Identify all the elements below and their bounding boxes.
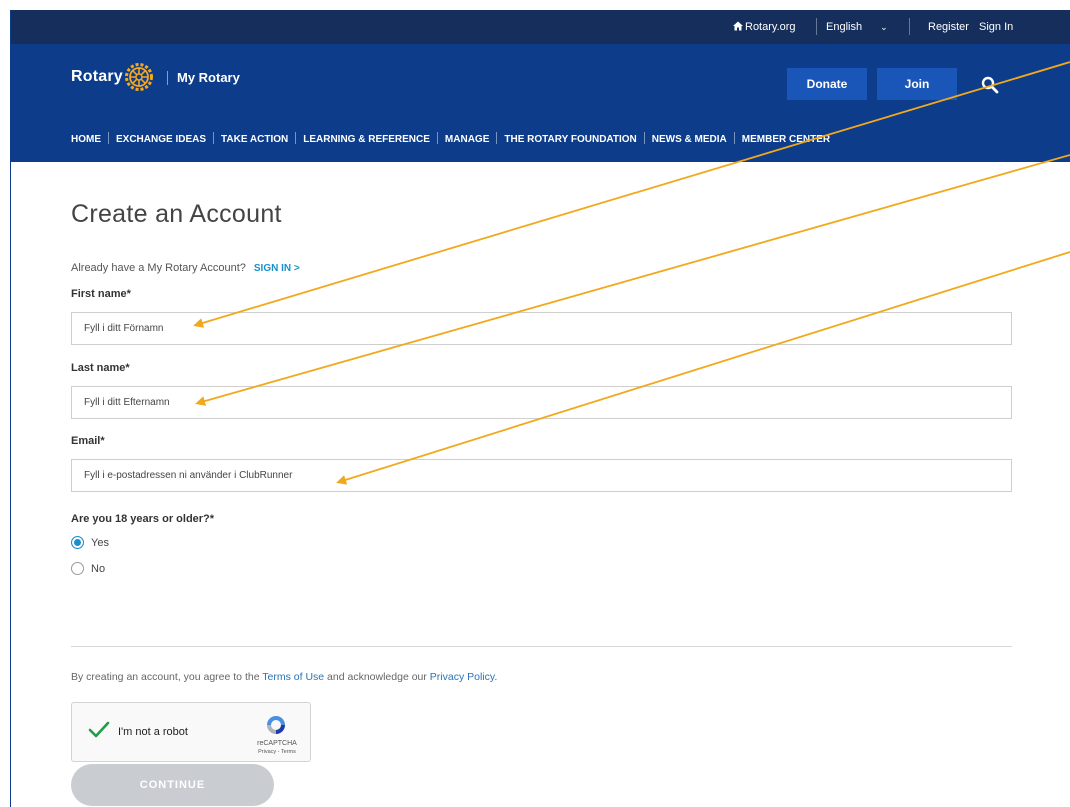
radio-checked[interactable] [71, 536, 84, 549]
page-frame: Rotary.org English ⌄ Register Sign In Rot… [10, 10, 1070, 807]
captcha-label: I'm not a robot [118, 726, 188, 738]
last-name-label: Last name* [71, 362, 130, 374]
nav-separator [295, 132, 297, 144]
recaptcha-icon [267, 716, 285, 734]
site-name[interactable]: My Rotary [177, 70, 240, 85]
main-header: Rotary My Rotary Donate Join HOME EXCHANG… [11, 44, 1070, 162]
recaptcha-widget[interactable]: I'm not a robot reCAPTCHA Privacy - Term… [71, 702, 311, 762]
nav-manage[interactable]: MANAGE [445, 134, 489, 145]
sign-in-link[interactable]: Sign In [979, 21, 1013, 33]
main-nav: HOME EXCHANGE IDEAS TAKE ACTION LEARNING & … [71, 132, 830, 145]
nav-learning-reference[interactable]: LEARNING & REFERENCE [303, 134, 430, 145]
rotary-org-link[interactable]: Rotary.org [733, 21, 796, 33]
captcha-privacy-terms[interactable]: Privacy - Terms [252, 748, 302, 756]
age-question-label: Are you 18 years or older?* [71, 513, 215, 525]
captcha-brand: reCAPTCHA Privacy - Terms [252, 740, 302, 756]
age-option-no[interactable]: No [71, 562, 105, 575]
logo-divider [167, 71, 168, 85]
nav-exchange-ideas[interactable]: EXCHANGE IDEAS [116, 134, 206, 145]
nav-separator [108, 132, 109, 144]
join-button[interactable]: Join [877, 68, 957, 100]
terms-of-use-link[interactable]: Terms of Use [262, 671, 324, 683]
privacy-policy-link[interactable]: Privacy Policy [430, 671, 495, 683]
rotary-logo-text[interactable]: Rotary [71, 68, 123, 86]
first-name-label: First name* [71, 288, 131, 300]
utility-separator [909, 18, 910, 35]
sign-in-link[interactable]: SIGN IN > [254, 263, 300, 274]
search-icon[interactable] [981, 76, 999, 94]
nav-separator [496, 132, 498, 144]
nav-separator [643, 132, 645, 144]
terms-agreement: By creating an account, you agree to the… [71, 671, 498, 683]
nav-rotary-foundation[interactable]: THE ROTARY FOUNDATION [504, 134, 636, 145]
utility-bar: Rotary.org English ⌄ Register Sign In [11, 10, 1070, 44]
nav-member-center[interactable]: MEMBER CENTER [742, 134, 830, 145]
age-option-yes[interactable]: Yes [71, 536, 109, 549]
continue-button[interactable]: CONTINUE [71, 764, 274, 806]
already-have-account: Already have a My Rotary Account? SIGN IN… [71, 262, 300, 274]
checkmark-icon[interactable] [88, 721, 110, 739]
nav-separator [436, 132, 438, 144]
page-title: Create an Account [71, 200, 282, 228]
radio-unchecked[interactable] [71, 562, 84, 575]
nav-separator [733, 132, 735, 144]
donate-button[interactable]: Donate [787, 68, 867, 100]
already-have-account-text: Already have a My Rotary Account? [71, 262, 246, 274]
last-name-input[interactable] [71, 386, 1012, 419]
chevron-down-icon: ⌄ [880, 22, 888, 32]
utility-separator [816, 18, 817, 35]
nav-home[interactable]: HOME [71, 134, 101, 145]
language-select[interactable]: English ⌄ [826, 21, 888, 33]
first-name-input[interactable] [71, 312, 1012, 345]
register-link[interactable]: Register [928, 21, 969, 33]
email-label: Email* [71, 435, 105, 447]
nav-separator [213, 132, 215, 144]
nav-news-media[interactable]: NEWS & MEDIA [652, 134, 727, 145]
nav-take-action[interactable]: TAKE ACTION [221, 134, 288, 145]
home-icon [733, 21, 743, 31]
form-divider [71, 646, 1012, 647]
rotary-wheel-icon[interactable] [124, 62, 154, 92]
email-input[interactable] [71, 459, 1012, 492]
